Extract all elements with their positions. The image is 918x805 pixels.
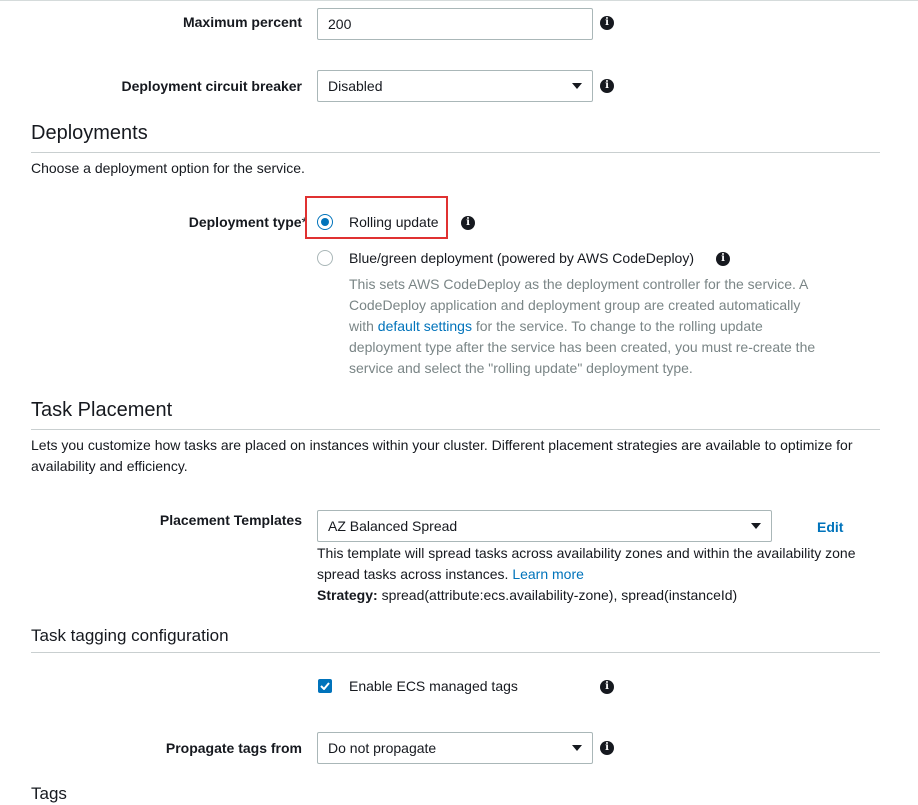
rolling-update-label[interactable]: Rolling update xyxy=(349,214,439,230)
info-icon[interactable]: i xyxy=(600,741,614,755)
checkmark-icon xyxy=(320,682,330,690)
maximum-percent-label: Maximum percent xyxy=(182,14,302,30)
info-icon[interactable]: i xyxy=(600,79,614,93)
ecs-managed-tags-checkbox[interactable] xyxy=(318,679,332,693)
deployment-type-label: Deployment type* xyxy=(189,214,307,230)
circuit-breaker-select[interactable]: Disabled xyxy=(317,70,593,102)
ecs-service-config-page: Maximum percent 200 i Deployment circuit… xyxy=(0,0,918,805)
strategy-value: spread(attribute:ecs.availability-zone),… xyxy=(377,587,738,603)
task-placement-title: Task Placement xyxy=(31,399,173,421)
placement-help-text: This template will spread tasks across a… xyxy=(317,543,867,585)
bluegreen-label[interactable]: Blue/green deployment (powered by AWS Co… xyxy=(349,250,694,266)
caret-down-icon xyxy=(572,83,582,89)
task-placement-description: Lets you customize how tasks are placed … xyxy=(31,437,853,474)
placement-help-body: This template will spread tasks across a… xyxy=(317,545,856,582)
placement-strategy: Strategy: spread(attribute:ecs.availabil… xyxy=(317,585,737,606)
deployment-type-label-text: Deployment type xyxy=(188,214,302,230)
deployments-divider xyxy=(31,152,880,153)
placement-templates-select[interactable]: AZ Balanced Spread xyxy=(317,510,772,542)
default-settings-link[interactable]: default settings xyxy=(378,318,472,334)
caret-down-icon xyxy=(751,523,761,529)
maximum-percent-input[interactable]: 200 xyxy=(317,8,593,40)
tags-title: Tags xyxy=(31,784,67,803)
propagate-tags-label: Propagate tags from xyxy=(165,740,302,756)
info-icon[interactable]: i xyxy=(716,252,730,266)
placement-templates-label: Placement Templates xyxy=(159,512,302,528)
ecs-managed-tags-label[interactable]: Enable ECS managed tags xyxy=(349,678,518,694)
deployments-title: Deployments xyxy=(31,122,148,144)
info-icon[interactable]: i xyxy=(600,680,614,694)
strategy-label: Strategy: xyxy=(317,587,378,603)
top-divider xyxy=(0,0,918,1)
circuit-breaker-value: Disabled xyxy=(328,78,383,94)
info-icon[interactable]: i xyxy=(461,216,475,230)
deployments-description: Choose a deployment option for the servi… xyxy=(31,160,305,176)
circuit-breaker-label: Deployment circuit breaker xyxy=(121,78,302,94)
edit-link[interactable]: Edit xyxy=(817,519,843,535)
learn-more-link[interactable]: Learn more xyxy=(512,566,584,582)
task-tagging-divider xyxy=(31,652,880,653)
propagate-tags-select[interactable]: Do not propagate xyxy=(317,732,593,764)
propagate-tags-value: Do not propagate xyxy=(328,740,437,756)
info-icon[interactable]: i xyxy=(600,16,614,30)
caret-down-icon xyxy=(572,745,582,751)
bluegreen-description: This sets AWS CodeDeploy as the deployme… xyxy=(349,274,824,379)
task-tagging-title: Task tagging configuration xyxy=(31,626,229,645)
placement-templates-value: AZ Balanced Spread xyxy=(328,518,458,534)
bluegreen-radio[interactable] xyxy=(317,250,333,266)
task-placement-divider xyxy=(31,429,880,430)
rolling-update-radio[interactable] xyxy=(317,214,333,230)
